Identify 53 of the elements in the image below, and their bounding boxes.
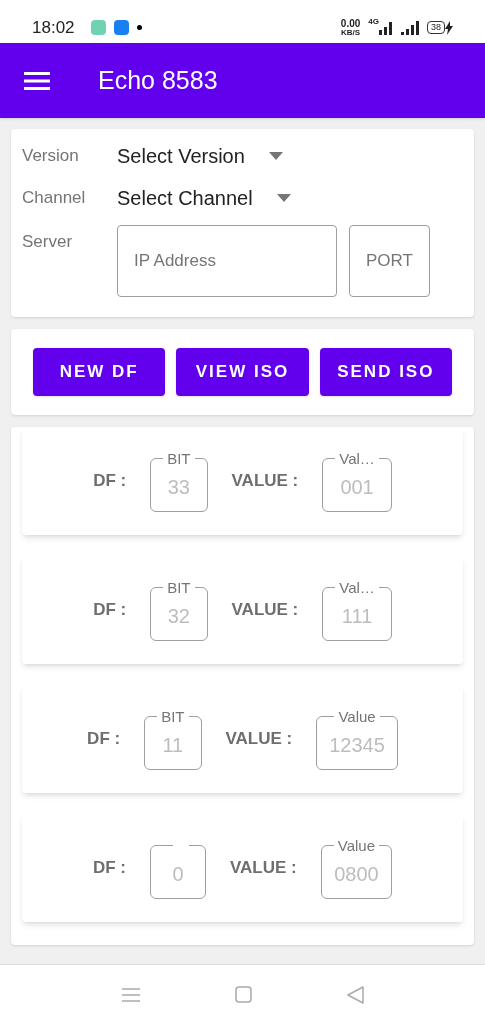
field-label: BIT <box>166 579 192 596</box>
setting-label: Server <box>22 231 74 253</box>
field-value: 111 <box>341 603 373 628</box>
usb-notification-icon <box>113 20 129 35</box>
field-label: Val… <box>338 579 376 596</box>
text-field[interactable]: Val… 111 <box>322 579 392 641</box>
charging-icon <box>445 20 453 35</box>
dropdown[interactable]: Select Version <box>117 141 283 171</box>
text-field[interactable]: Val… 001 <box>322 450 392 512</box>
field-label: BIT <box>160 708 186 725</box>
dropdown-caret-icon <box>276 194 291 202</box>
action-button[interactable]: SEND ISO <box>319 348 452 396</box>
setting-label: Channel <box>22 187 87 210</box>
df-label: DF : <box>87 728 121 751</box>
df-label: DF : <box>93 599 127 622</box>
text-field[interactable]: Value 12345 <box>316 708 398 770</box>
dropdown-caret-icon <box>268 152 283 160</box>
field-value: 32 <box>167 603 190 628</box>
text-field[interactable]: Value 0800 <box>320 837 393 899</box>
field-value: 33 <box>167 474 190 499</box>
field-value: 11 <box>162 732 184 757</box>
dropdown[interactable]: Select Channel <box>117 183 291 213</box>
value-label: VALUE : <box>231 470 299 493</box>
app-title: Echo 8583 <box>98 64 218 96</box>
action-button[interactable]: VIEW ISO <box>176 348 309 396</box>
value-label: VALUE : <box>230 857 297 880</box>
home-icon[interactable] <box>234 986 252 1003</box>
network-type: 4G <box>368 16 379 28</box>
signal-icon <box>401 20 419 35</box>
field-label: Value <box>337 708 377 725</box>
signal-icon <box>379 20 393 35</box>
field-value: 0 <box>172 861 184 886</box>
field-label: BIT <box>166 450 192 467</box>
net-speed: 0.00 <box>340 18 361 29</box>
action-button[interactable]: NEW DF <box>33 348 166 396</box>
field-value: 0800 <box>334 861 379 886</box>
value-label: VALUE : <box>231 599 299 622</box>
setting-label: Version <box>22 145 80 168</box>
field-label: Val… <box>338 450 376 467</box>
back-icon[interactable] <box>346 985 364 1004</box>
menu-icon[interactable] <box>24 71 50 90</box>
field-value: 12345 <box>329 732 385 757</box>
df-label: DF : <box>92 857 126 880</box>
net-speed-unit: KB/S <box>341 28 361 37</box>
df-label: DF : <box>93 470 127 493</box>
app-notification-icon <box>90 20 106 35</box>
battery-level: 38 <box>427 21 445 34</box>
status-time: 18:02 <box>32 16 75 39</box>
value-label: VALUE : <box>225 728 293 751</box>
port-field[interactable]: PORT <box>349 225 430 297</box>
field-label: Value <box>336 837 377 854</box>
field-value: 001 <box>340 474 374 499</box>
ip-address-field[interactable]: IP Address <box>117 225 337 297</box>
